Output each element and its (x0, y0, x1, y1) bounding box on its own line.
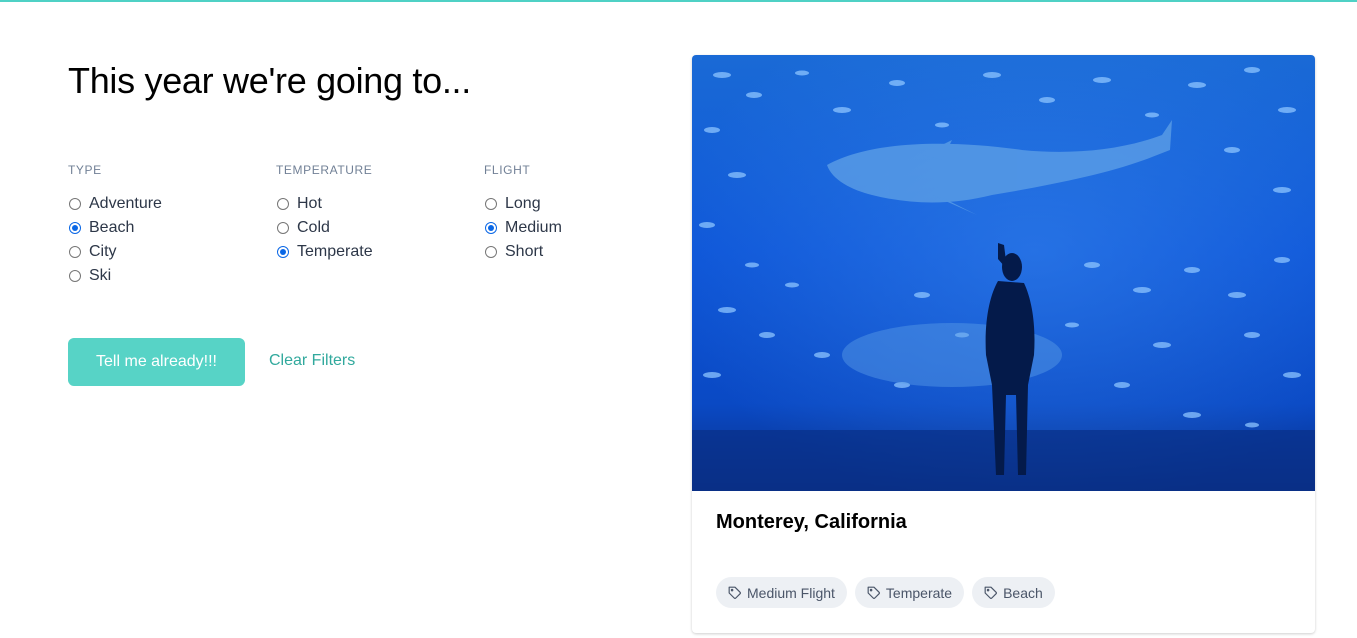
radio-label: Ski (89, 267, 112, 284)
page-title: This year we're going to... (68, 60, 471, 101)
radio-option-medium[interactable]: Medium (484, 216, 684, 240)
radio-label: Hot (297, 195, 322, 212)
tag-medium-flight: Medium Flight (716, 577, 847, 608)
tag-list: Medium Flight Temperate Beach (716, 577, 1055, 608)
radio-label: Cold (297, 219, 330, 236)
radio-option-short[interactable]: Short (484, 240, 684, 264)
radio-button[interactable] (485, 222, 497, 234)
radio-button[interactable] (485, 246, 497, 258)
radio-option-hot[interactable]: Hot (276, 192, 476, 216)
radio-button[interactable] (277, 246, 289, 258)
radio-button[interactable] (69, 246, 81, 258)
radio-option-temperate[interactable]: Temperate (276, 240, 476, 264)
radio-button[interactable] (69, 270, 81, 282)
submit-button[interactable]: Tell me already!!! (68, 338, 245, 386)
result-card: Monterey, California Medium Flight Tempe… (692, 55, 1315, 633)
radio-label: City (89, 243, 117, 260)
tag-label: Temperate (885, 584, 953, 601)
aquarium-photo (692, 55, 1315, 491)
radio-option-ski[interactable]: Ski (68, 264, 268, 288)
tag-icon (984, 586, 998, 599)
tag-label: Medium Flight (747, 584, 835, 601)
radio-label: Short (505, 243, 544, 260)
tag-temperate: Temperate (854, 577, 965, 608)
filter-group-type: TYPE Adventure Beach City Ski (68, 162, 268, 288)
clear-filters-link[interactable]: Clear Filters (269, 352, 355, 370)
filter-group-flight: FLIGHT Long Medium Short (484, 162, 684, 264)
radio-option-cold[interactable]: Cold (276, 216, 476, 240)
radio-option-beach[interactable]: Beach (68, 216, 268, 240)
tag-icon (867, 586, 880, 599)
destination-title: Monterey, California (716, 511, 907, 533)
radio-label: Temperate (297, 243, 373, 260)
radio-option-long[interactable]: Long (484, 192, 684, 216)
radio-button[interactable] (485, 198, 497, 210)
radio-label: Medium (505, 219, 562, 236)
filter-group-temperature: TEMPERATURE Hot Cold Temperate (276, 162, 476, 264)
tag-icon (728, 586, 741, 599)
filter-group-label: FLIGHT (484, 163, 531, 177)
radio-button[interactable] (69, 198, 81, 210)
radio-label: Adventure (89, 195, 162, 212)
radio-label: Long (505, 195, 541, 212)
tag-beach: Beach (972, 577, 1055, 608)
radio-label: Beach (89, 219, 135, 236)
radio-button[interactable] (277, 222, 289, 234)
filter-group-label: TEMPERATURE (276, 163, 373, 177)
radio-button[interactable] (69, 222, 81, 234)
radio-button[interactable] (277, 198, 289, 210)
radio-option-adventure[interactable]: Adventure (68, 192, 268, 216)
top-accent-line (0, 0, 1357, 2)
filter-group-label: TYPE (68, 163, 102, 177)
tag-label: Beach (1003, 584, 1043, 601)
radio-option-city[interactable]: City (68, 240, 268, 264)
